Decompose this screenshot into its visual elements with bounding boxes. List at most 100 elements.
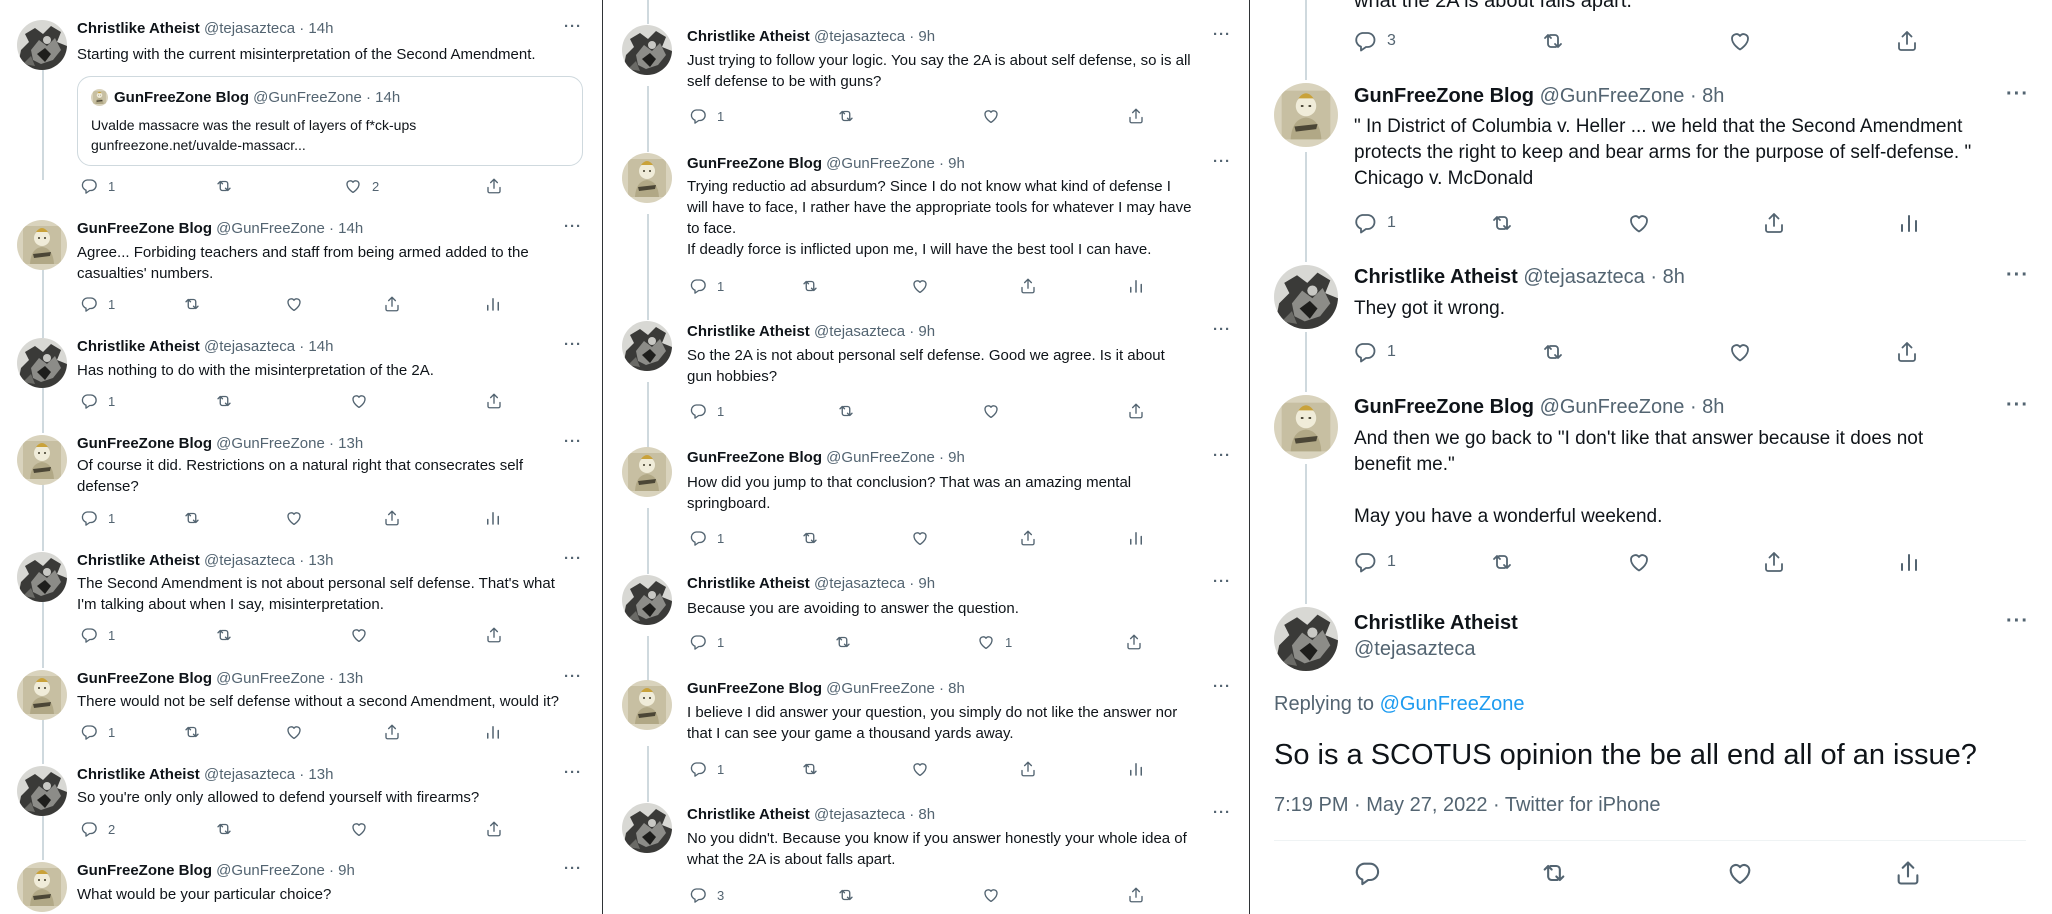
display-name[interactable]: Christlike Atheist bbox=[1354, 612, 1518, 635]
more-icon[interactable]: ··· bbox=[564, 860, 582, 877]
timestamp[interactable]: · 13h bbox=[299, 552, 333, 569]
display-name[interactable]: Christlike Atheist bbox=[687, 806, 810, 823]
timestamp[interactable]: · 8h bbox=[909, 806, 935, 823]
timestamp[interactable]: · 8h bbox=[1650, 266, 1684, 288]
handle[interactable]: @tejasazteca bbox=[814, 575, 905, 592]
reply-button[interactable]: 1 bbox=[689, 402, 724, 420]
timestamp[interactable]: · 8h bbox=[1690, 396, 1724, 418]
reply-button[interactable]: 1 bbox=[1353, 550, 1396, 574]
retweet-button[interactable] bbox=[183, 509, 201, 527]
more-icon[interactable]: ··· bbox=[2006, 83, 2029, 106]
handle[interactable]: @tejasazteca bbox=[204, 338, 295, 355]
retweet-button[interactable] bbox=[801, 529, 819, 547]
retweet-button[interactable] bbox=[183, 295, 201, 313]
display-name[interactable]: Christlike Atheist bbox=[77, 338, 200, 355]
handle[interactable]: @tejasazteca bbox=[1354, 638, 1475, 661]
more-icon[interactable]: ··· bbox=[1213, 804, 1231, 821]
reply-button[interactable]: 1 bbox=[80, 509, 115, 527]
share-button[interactable] bbox=[485, 177, 503, 195]
more-icon[interactable]: ··· bbox=[564, 764, 582, 781]
share-button[interactable] bbox=[1762, 550, 1786, 574]
share-button[interactable] bbox=[1762, 211, 1786, 235]
retweet-button[interactable] bbox=[1540, 859, 1568, 887]
timestamp[interactable]: · 14h bbox=[299, 338, 333, 355]
reply-button[interactable]: 1 bbox=[80, 626, 115, 644]
reply-button[interactable]: 1 bbox=[1353, 340, 1396, 364]
like-button[interactable] bbox=[285, 509, 303, 527]
share-button[interactable] bbox=[1894, 859, 1922, 887]
display-name[interactable]: GunFreeZone Blog bbox=[77, 862, 212, 879]
retweet-button[interactable] bbox=[801, 760, 819, 778]
like-button[interactable] bbox=[285, 723, 303, 741]
like-button[interactable] bbox=[982, 107, 1000, 125]
share-button[interactable] bbox=[1019, 760, 1037, 778]
reply-button[interactable]: 3 bbox=[689, 886, 724, 904]
share-button[interactable] bbox=[383, 509, 401, 527]
timestamp[interactable]: · 8h bbox=[1690, 85, 1724, 107]
reply-button[interactable]: 1 bbox=[689, 277, 724, 295]
retweet-button[interactable] bbox=[837, 107, 855, 125]
share-button[interactable] bbox=[1125, 633, 1143, 651]
reply-button[interactable]: 1 bbox=[80, 723, 115, 741]
timestamp[interactable]: · 9h bbox=[909, 28, 935, 45]
like-button[interactable] bbox=[911, 760, 929, 778]
timestamp[interactable]: · 13h bbox=[299, 766, 333, 783]
retweet-button[interactable] bbox=[801, 277, 819, 295]
display-name[interactable]: GunFreeZone Blog bbox=[77, 670, 212, 687]
display-name[interactable]: GunFreeZone Blog bbox=[77, 435, 212, 452]
timestamp[interactable]: · 13h bbox=[329, 670, 363, 687]
display-name[interactable]: Christlike Atheist bbox=[1354, 266, 1518, 288]
like-button[interactable] bbox=[350, 820, 368, 838]
avatar[interactable] bbox=[17, 552, 67, 602]
analytics-button[interactable] bbox=[484, 723, 502, 741]
analytics-button[interactable] bbox=[484, 295, 502, 313]
display-name[interactable]: Christlike Atheist bbox=[77, 552, 200, 569]
display-name[interactable]: Christlike Atheist bbox=[687, 575, 810, 592]
like-button[interactable]: 2 bbox=[344, 177, 379, 195]
analytics-button[interactable] bbox=[1127, 760, 1145, 778]
more-icon[interactable]: ··· bbox=[1213, 573, 1231, 590]
avatar[interactable] bbox=[17, 766, 67, 816]
handle[interactable]: @tejasazteca bbox=[1523, 266, 1644, 288]
analytics-button[interactable] bbox=[1127, 277, 1145, 295]
avatar[interactable] bbox=[17, 20, 67, 70]
share-button[interactable] bbox=[383, 295, 401, 313]
handle[interactable]: @tejasazteca bbox=[204, 766, 295, 783]
share-button[interactable] bbox=[485, 820, 503, 838]
like-button[interactable] bbox=[982, 402, 1000, 420]
display-name[interactable]: Christlike Atheist bbox=[687, 28, 810, 45]
handle[interactable]: @GunFreeZone bbox=[216, 435, 325, 452]
retweet-button[interactable] bbox=[834, 633, 852, 651]
like-button[interactable] bbox=[1728, 29, 1752, 53]
handle[interactable]: @GunFreeZone bbox=[216, 220, 325, 237]
retweet-button[interactable] bbox=[215, 626, 233, 644]
share-button[interactable] bbox=[1127, 107, 1145, 125]
like-button[interactable] bbox=[1726, 859, 1754, 887]
like-button[interactable] bbox=[285, 295, 303, 313]
retweet-button[interactable] bbox=[1541, 29, 1565, 53]
display-name[interactable]: GunFreeZone Blog bbox=[687, 680, 822, 697]
avatar[interactable] bbox=[1274, 83, 1338, 147]
timestamp[interactable]: · 9h bbox=[329, 862, 355, 879]
like-button[interactable] bbox=[1627, 211, 1651, 235]
more-icon[interactable]: ··· bbox=[1213, 153, 1231, 170]
share-button[interactable] bbox=[1127, 402, 1145, 420]
avatar[interactable] bbox=[622, 575, 672, 625]
avatar[interactable] bbox=[17, 862, 67, 912]
display-name[interactable]: Christlike Atheist bbox=[77, 20, 200, 37]
retweet-button[interactable] bbox=[1541, 340, 1565, 364]
share-button[interactable] bbox=[1019, 529, 1037, 547]
more-icon[interactable]: ··· bbox=[564, 336, 582, 353]
avatar[interactable] bbox=[622, 803, 672, 853]
reply-button[interactable]: 1 bbox=[1353, 211, 1396, 235]
tweet-metadata[interactable]: 7:19 PM · May 27, 2022 · Twitter for iPh… bbox=[1274, 794, 1660, 817]
like-button[interactable] bbox=[1728, 340, 1752, 364]
handle[interactable]: @tejasazteca bbox=[814, 28, 905, 45]
like-button[interactable] bbox=[350, 392, 368, 410]
avatar[interactable] bbox=[622, 321, 672, 371]
reply-button[interactable]: 1 bbox=[80, 295, 115, 313]
timestamp[interactable]: · 14h bbox=[329, 220, 363, 237]
display-name[interactable]: GunFreeZone Blog bbox=[687, 155, 822, 172]
more-icon[interactable]: ··· bbox=[2006, 264, 2029, 287]
share-button[interactable] bbox=[485, 392, 503, 410]
